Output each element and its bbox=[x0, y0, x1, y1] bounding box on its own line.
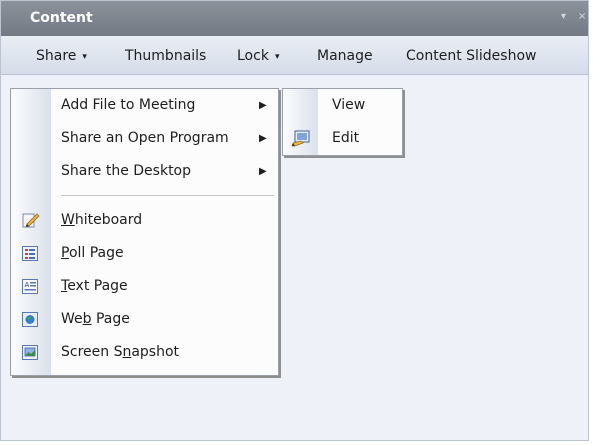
share-menu-label: Share bbox=[36, 48, 77, 64]
edit-icon bbox=[291, 130, 310, 147]
menu-item-label: Add File to Meeting bbox=[61, 97, 196, 113]
lock-menu-button[interactable]: Lock ▾ bbox=[237, 47, 279, 67]
screen-snapshot-item[interactable]: Screen Snapshot bbox=[61, 336, 271, 369]
menu-item-label: apshot bbox=[131, 344, 180, 360]
screen-snapshot-icon bbox=[22, 345, 38, 360]
menu-item-label: ext Page bbox=[67, 278, 128, 294]
whiteboard-icon bbox=[22, 213, 40, 229]
chevron-down-icon: ▾ bbox=[274, 52, 280, 62]
menu-separator bbox=[61, 195, 274, 196]
mnemonic-letter: W bbox=[61, 212, 75, 228]
svg-text:A: A bbox=[25, 281, 30, 289]
menu-item-label: Page bbox=[91, 311, 130, 327]
pod-title-bar: Content ▾ × bbox=[1, 1, 588, 36]
share-dropdown-menu: Add File to Meeting ▶ Share an Open Prog… bbox=[10, 88, 279, 376]
mnemonic-letter: P bbox=[61, 245, 69, 261]
lock-menu-label: Lock bbox=[237, 48, 269, 64]
submenu-arrow-icon: ▶ bbox=[259, 100, 267, 111]
menu-item-label: oll Page bbox=[68, 245, 124, 261]
poll-page-icon bbox=[22, 246, 38, 261]
chevron-down-icon: ▾ bbox=[82, 52, 87, 62]
share-menu-button[interactable]: Share ▾ bbox=[36, 47, 87, 67]
share-open-program-item[interactable]: Share an Open Program bbox=[61, 122, 271, 155]
mnemonic-letter: b bbox=[82, 311, 92, 327]
menu-item-label: Share an Open Program bbox=[61, 130, 229, 146]
menu-item-label: View bbox=[332, 97, 366, 113]
web-page-item[interactable]: Web Page bbox=[61, 303, 271, 336]
menu-item-label: Share the Desktop bbox=[61, 163, 192, 179]
whiteboard-item[interactable]: Whiteboard bbox=[61, 204, 271, 237]
menu-item-label: Screen S bbox=[61, 344, 123, 360]
pod-title: Content bbox=[30, 10, 93, 26]
pod-options-button[interactable]: ▾ bbox=[561, 11, 566, 23]
content-slideshow-button[interactable]: Content Slideshow bbox=[406, 47, 536, 65]
menu-item-label: We bbox=[61, 311, 83, 327]
menu-item-label: Edit bbox=[332, 130, 360, 146]
submenu-arrow-icon: ▶ bbox=[259, 133, 267, 144]
text-page-icon: A bbox=[22, 279, 38, 294]
thumbnails-button[interactable]: Thumbnails bbox=[125, 47, 206, 65]
share-desktop-item[interactable]: Share the Desktop bbox=[61, 155, 271, 188]
text-page-item[interactable]: Text Page bbox=[61, 270, 271, 303]
view-item[interactable]: View bbox=[332, 89, 397, 122]
mnemonic-letter: n bbox=[122, 344, 132, 360]
pod-close-button[interactable]: × bbox=[578, 11, 586, 23]
pod-menu-bar: Share ▾ Thumbnails Lock ▾ Manage Content S… bbox=[1, 36, 588, 75]
share-submenu: View Edit bbox=[282, 88, 403, 156]
edit-item[interactable]: Edit bbox=[332, 122, 397, 155]
manage-button[interactable]: Manage bbox=[317, 47, 373, 65]
add-file-to-meeting-item[interactable]: Add File to Meeting bbox=[61, 89, 271, 122]
poll-page-item[interactable]: Poll Page bbox=[61, 237, 271, 270]
menu-item-label: hiteboard bbox=[74, 212, 143, 228]
submenu-arrow-icon: ▶ bbox=[259, 166, 267, 177]
menu-icon-gutter bbox=[11, 89, 51, 375]
web-page-icon bbox=[22, 312, 38, 327]
